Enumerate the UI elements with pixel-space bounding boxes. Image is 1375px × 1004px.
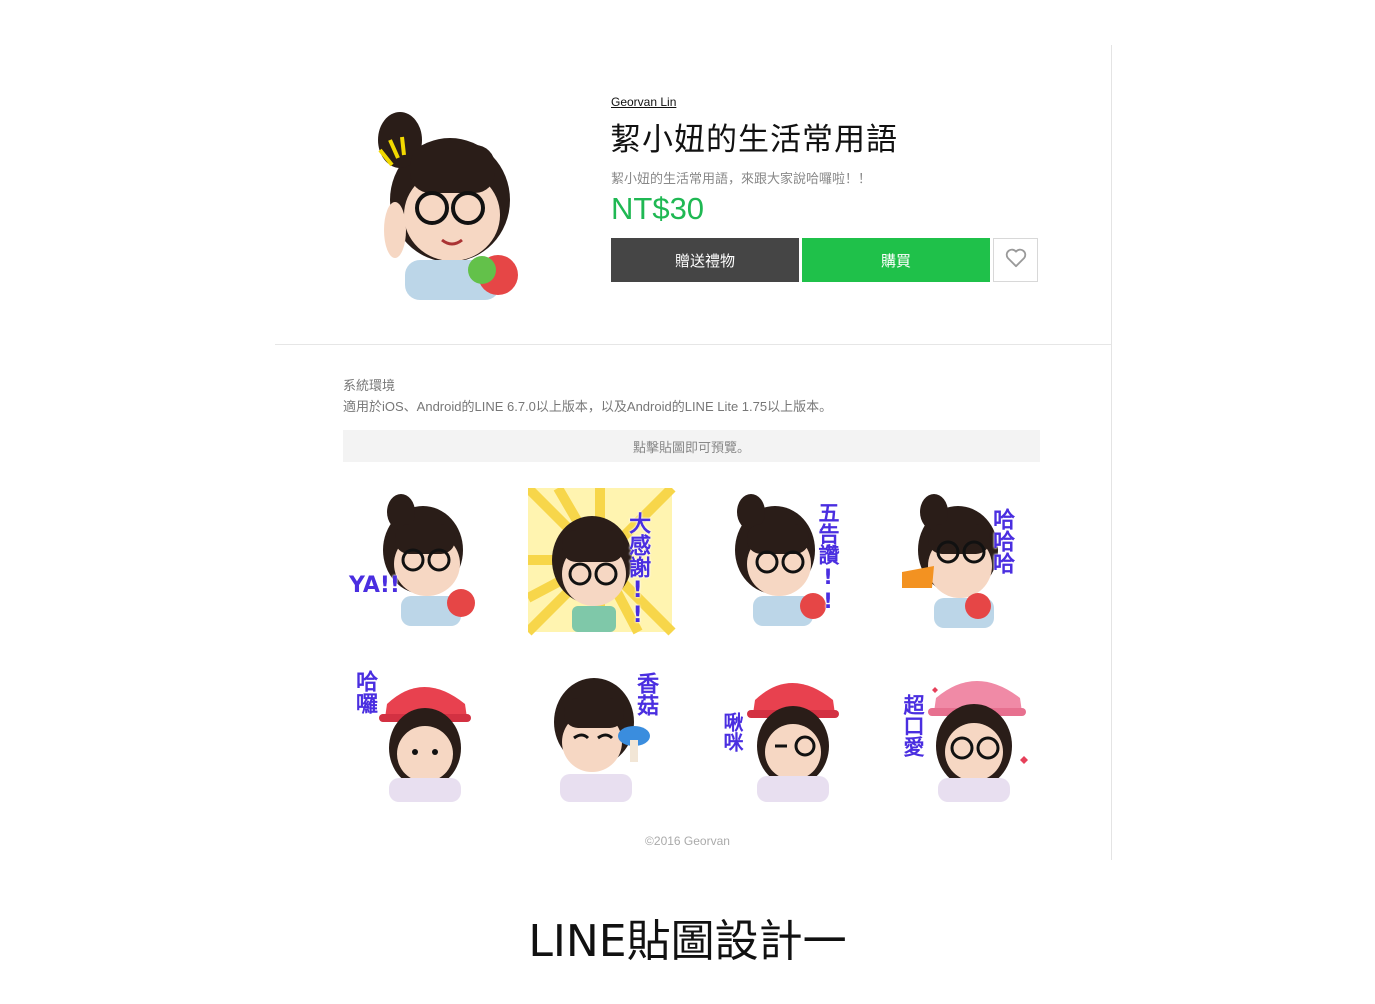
product-price: NT$30	[611, 191, 705, 226]
sticker-3[interactable]: 五告讚!!	[713, 488, 861, 636]
preview-hint: 點擊貼圖即可預覽。	[343, 430, 1040, 462]
sticker-caption: 香菇	[633, 672, 659, 716]
sticker-caption: 五告讚!!	[816, 502, 841, 613]
sticker-caption: 啾咪	[720, 712, 744, 752]
main-sticker-image	[370, 95, 530, 300]
system-env-text: 適用於iOS、Android的LINE 6.7.0以上版本，以及Android的…	[343, 399, 833, 414]
sticker-4[interactable]: 哈哈哈	[898, 488, 1046, 636]
section-divider	[275, 344, 1111, 345]
sticker-8[interactable]: 超口愛	[898, 660, 1046, 808]
copyright-text: ©2016 Georvan	[645, 834, 730, 848]
sticker-caption: 哈哈哈	[989, 508, 1015, 574]
buy-button[interactable]: 購買	[802, 238, 990, 282]
heart-icon	[1005, 248, 1027, 273]
product-description: 絜小妞的生活常用語，來跟大家說哈囉啦！！	[611, 171, 872, 186]
page-caption: LINE貼圖設計一	[528, 916, 847, 967]
sticker-caption: 超口愛	[901, 694, 926, 757]
sticker-7[interactable]: 啾咪	[713, 660, 861, 808]
gift-button[interactable]: 贈送禮物	[611, 238, 799, 282]
sticker-6[interactable]: 香菇	[528, 660, 676, 808]
sticker-caption: 哈囉	[352, 670, 378, 714]
author-link[interactable]: Georvan Lin	[611, 95, 676, 109]
favorite-button[interactable]	[993, 238, 1038, 282]
sticker-2[interactable]: 大感謝!!	[528, 488, 676, 636]
sticker-1[interactable]: YA!!	[343, 488, 491, 636]
product-title: 絜小妞的生活常用語	[610, 122, 898, 158]
system-env-label: 系統環境	[343, 378, 396, 393]
sticker-caption: YA!!	[349, 573, 400, 598]
sticker-caption: 大感謝!!	[625, 512, 651, 628]
sticker-5[interactable]: 哈囉	[343, 660, 491, 808]
